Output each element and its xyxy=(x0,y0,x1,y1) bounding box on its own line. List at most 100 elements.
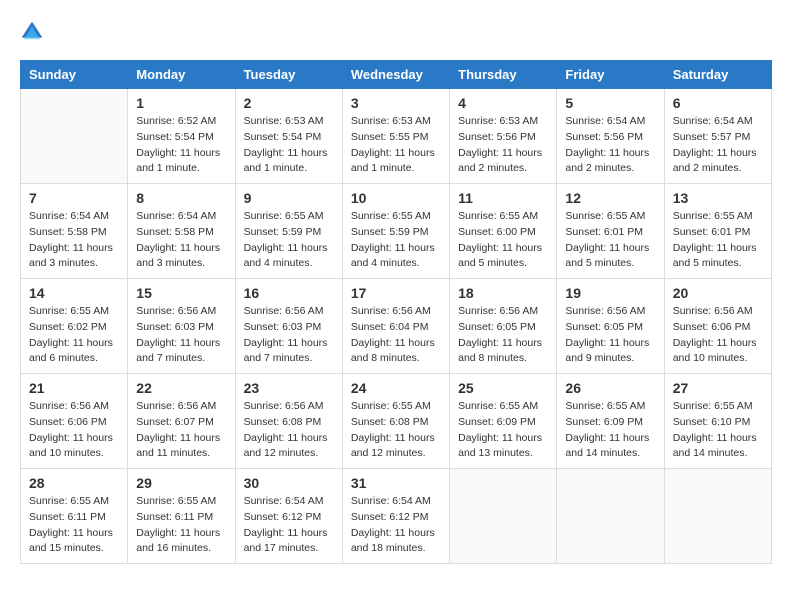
calendar-cell xyxy=(450,469,557,564)
day-info: Sunrise: 6:56 AMSunset: 6:08 PMDaylight:… xyxy=(244,399,334,462)
day-info: Sunrise: 6:55 AMSunset: 6:08 PMDaylight:… xyxy=(351,399,441,462)
day-info: Sunrise: 6:55 AMSunset: 6:01 PMDaylight:… xyxy=(673,209,763,272)
day-number: 10 xyxy=(351,190,441,206)
day-info: Sunrise: 6:54 AMSunset: 6:12 PMDaylight:… xyxy=(244,494,334,557)
day-number: 13 xyxy=(673,190,763,206)
calendar-header-row: SundayMondayTuesdayWednesdayThursdayFrid… xyxy=(21,61,772,89)
day-info: Sunrise: 6:56 AMSunset: 6:06 PMDaylight:… xyxy=(29,399,119,462)
calendar-week-row: 1Sunrise: 6:52 AMSunset: 5:54 PMDaylight… xyxy=(21,89,772,184)
calendar-cell xyxy=(21,89,128,184)
day-number: 8 xyxy=(136,190,226,206)
day-number: 18 xyxy=(458,285,548,301)
logo-icon xyxy=(20,20,44,44)
day-info: Sunrise: 6:55 AMSunset: 5:59 PMDaylight:… xyxy=(244,209,334,272)
day-number: 22 xyxy=(136,380,226,396)
day-number: 16 xyxy=(244,285,334,301)
day-number: 20 xyxy=(673,285,763,301)
calendar-cell: 31 Sunrise: 6:54 AMSunset: 6:12 PMDayligh… xyxy=(342,469,449,564)
day-number: 19 xyxy=(565,285,655,301)
calendar-cell: 17 Sunrise: 6:56 AMSunset: 6:04 PMDayligh… xyxy=(342,279,449,374)
calendar-cell: 13 Sunrise: 6:55 AMSunset: 6:01 PMDayligh… xyxy=(664,184,771,279)
calendar-header-tuesday: Tuesday xyxy=(235,61,342,89)
day-info: Sunrise: 6:53 AMSunset: 5:54 PMDaylight:… xyxy=(244,114,334,177)
day-number: 31 xyxy=(351,475,441,491)
calendar: SundayMondayTuesdayWednesdayThursdayFrid… xyxy=(20,60,772,564)
logo xyxy=(20,20,48,44)
day-info: Sunrise: 6:56 AMSunset: 6:04 PMDaylight:… xyxy=(351,304,441,367)
day-number: 7 xyxy=(29,190,119,206)
calendar-cell: 3 Sunrise: 6:53 AMSunset: 5:55 PMDaylight… xyxy=(342,89,449,184)
calendar-cell: 25 Sunrise: 6:55 AMSunset: 6:09 PMDayligh… xyxy=(450,374,557,469)
day-info: Sunrise: 6:54 AMSunset: 6:12 PMDaylight:… xyxy=(351,494,441,557)
calendar-cell: 15Sunrise: 6:56 AMSunset: 6:03 PMDayligh… xyxy=(128,279,235,374)
calendar-cell: 8 Sunrise: 6:54 AMSunset: 5:58 PMDaylight… xyxy=(128,184,235,279)
calendar-cell: 2 Sunrise: 6:53 AMSunset: 5:54 PMDaylight… xyxy=(235,89,342,184)
day-number: 2 xyxy=(244,95,334,111)
day-info: Sunrise: 6:54 AMSunset: 5:57 PMDaylight:… xyxy=(673,114,763,177)
calendar-cell: 26 Sunrise: 6:55 AMSunset: 6:09 PMDayligh… xyxy=(557,374,664,469)
day-number: 26 xyxy=(565,380,655,396)
calendar-week-row: 21 Sunrise: 6:56 AMSunset: 6:06 PMDayligh… xyxy=(21,374,772,469)
day-info: Sunrise: 6:56 AMSunset: 6:03 PMDaylight:… xyxy=(244,304,334,367)
calendar-cell: 14Sunrise: 6:55 AMSunset: 6:02 PMDayligh… xyxy=(21,279,128,374)
day-info: Sunrise: 6:55 AMSunset: 6:10 PMDaylight:… xyxy=(673,399,763,462)
calendar-cell: 12Sunrise: 6:55 AMSunset: 6:01 PMDayligh… xyxy=(557,184,664,279)
calendar-cell: 6 Sunrise: 6:54 AMSunset: 5:57 PMDaylight… xyxy=(664,89,771,184)
day-number: 14 xyxy=(29,285,119,301)
day-info: Sunrise: 6:55 AMSunset: 6:11 PMDaylight:… xyxy=(136,494,226,557)
calendar-cell: 10Sunrise: 6:55 AMSunset: 5:59 PMDayligh… xyxy=(342,184,449,279)
day-number: 9 xyxy=(244,190,334,206)
day-number: 15 xyxy=(136,285,226,301)
day-number: 12 xyxy=(565,190,655,206)
calendar-cell: 29 Sunrise: 6:55 AMSunset: 6:11 PMDayligh… xyxy=(128,469,235,564)
day-number: 11 xyxy=(458,190,548,206)
calendar-header-thursday: Thursday xyxy=(450,61,557,89)
day-number: 5 xyxy=(565,95,655,111)
calendar-cell xyxy=(664,469,771,564)
day-number: 30 xyxy=(244,475,334,491)
day-info: Sunrise: 6:56 AMSunset: 6:05 PMDaylight:… xyxy=(458,304,548,367)
calendar-week-row: 7 Sunrise: 6:54 AMSunset: 5:58 PMDaylight… xyxy=(21,184,772,279)
calendar-cell: 22 Sunrise: 6:56 AMSunset: 6:07 PMDayligh… xyxy=(128,374,235,469)
day-number: 27 xyxy=(673,380,763,396)
calendar-cell: 28Sunrise: 6:55 AMSunset: 6:11 PMDayligh… xyxy=(21,469,128,564)
calendar-cell xyxy=(557,469,664,564)
day-info: Sunrise: 6:55 AMSunset: 6:11 PMDaylight:… xyxy=(29,494,119,557)
day-number: 21 xyxy=(29,380,119,396)
day-number: 6 xyxy=(673,95,763,111)
calendar-cell: 30 Sunrise: 6:54 AMSunset: 6:12 PMDayligh… xyxy=(235,469,342,564)
day-info: Sunrise: 6:56 AMSunset: 6:07 PMDaylight:… xyxy=(136,399,226,462)
day-info: Sunrise: 6:54 AMSunset: 5:58 PMDaylight:… xyxy=(136,209,226,272)
calendar-cell: 18 Sunrise: 6:56 AMSunset: 6:05 PMDayligh… xyxy=(450,279,557,374)
day-number: 23 xyxy=(244,380,334,396)
page-header xyxy=(20,20,772,44)
calendar-cell: 19 Sunrise: 6:56 AMSunset: 6:05 PMDayligh… xyxy=(557,279,664,374)
calendar-cell: 16 Sunrise: 6:56 AMSunset: 6:03 PMDayligh… xyxy=(235,279,342,374)
calendar-cell: 24 Sunrise: 6:55 AMSunset: 6:08 PMDayligh… xyxy=(342,374,449,469)
calendar-cell: 1Sunrise: 6:52 AMSunset: 5:54 PMDaylight… xyxy=(128,89,235,184)
day-number: 29 xyxy=(136,475,226,491)
day-number: 1 xyxy=(136,95,226,111)
calendar-cell: 23 Sunrise: 6:56 AMSunset: 6:08 PMDayligh… xyxy=(235,374,342,469)
calendar-cell: 7 Sunrise: 6:54 AMSunset: 5:58 PMDaylight… xyxy=(21,184,128,279)
day-info: Sunrise: 6:53 AMSunset: 5:55 PMDaylight:… xyxy=(351,114,441,177)
day-info: Sunrise: 6:54 AMSunset: 5:56 PMDaylight:… xyxy=(565,114,655,177)
calendar-cell: 9 Sunrise: 6:55 AMSunset: 5:59 PMDaylight… xyxy=(235,184,342,279)
day-info: Sunrise: 6:54 AMSunset: 5:58 PMDaylight:… xyxy=(29,209,119,272)
day-info: Sunrise: 6:55 AMSunset: 6:09 PMDaylight:… xyxy=(458,399,548,462)
day-number: 3 xyxy=(351,95,441,111)
calendar-header-saturday: Saturday xyxy=(664,61,771,89)
day-number: 4 xyxy=(458,95,548,111)
day-number: 25 xyxy=(458,380,548,396)
calendar-header-wednesday: Wednesday xyxy=(342,61,449,89)
day-info: Sunrise: 6:56 AMSunset: 6:05 PMDaylight:… xyxy=(565,304,655,367)
calendar-header-monday: Monday xyxy=(128,61,235,89)
calendar-cell: 27 Sunrise: 6:55 AMSunset: 6:10 PMDayligh… xyxy=(664,374,771,469)
day-number: 24 xyxy=(351,380,441,396)
day-number: 17 xyxy=(351,285,441,301)
day-info: Sunrise: 6:56 AMSunset: 6:06 PMDaylight:… xyxy=(673,304,763,367)
calendar-header-sunday: Sunday xyxy=(21,61,128,89)
calendar-cell: 4Sunrise: 6:53 AMSunset: 5:56 PMDaylight… xyxy=(450,89,557,184)
calendar-cell: 21 Sunrise: 6:56 AMSunset: 6:06 PMDayligh… xyxy=(21,374,128,469)
day-info: Sunrise: 6:55 AMSunset: 6:09 PMDaylight:… xyxy=(565,399,655,462)
